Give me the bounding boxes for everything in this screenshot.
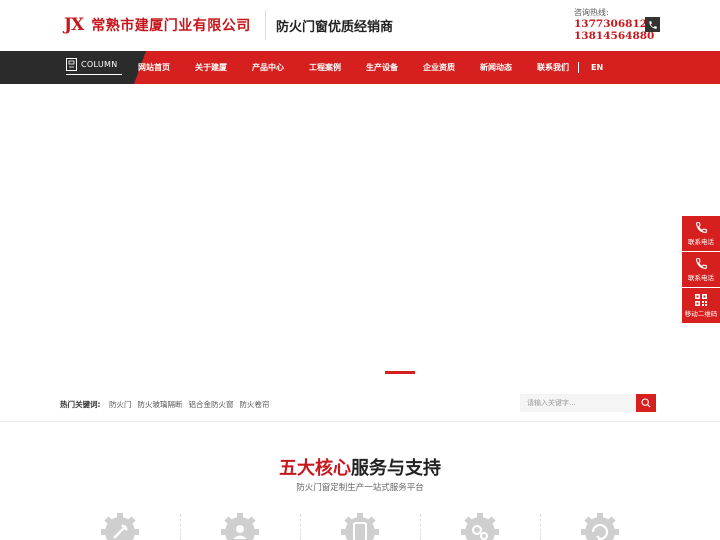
nav-item-home[interactable]: 网站首页 <box>138 62 170 73</box>
section-title-highlight: 五大核心 <box>279 458 351 479</box>
column-block[interactable]: COLUMN <box>0 51 146 84</box>
logo-mark: JX <box>64 15 84 35</box>
hot-keyword[interactable]: 防火玻璃隔断 <box>138 399 183 410</box>
hot-keywords-label: 热门关键词: <box>60 400 101 409</box>
company-name: 常熟市建厦门业有限公司 <box>91 18 251 34</box>
nav-item-cases[interactable]: 工程案例 <box>309 62 341 73</box>
aftersale-gear-icon <box>581 513 619 540</box>
side-item-label: 移动二维码 <box>684 309 718 318</box>
nav-separator <box>578 62 579 73</box>
hotline-number-1[interactable]: 13773068126 <box>574 18 654 30</box>
phone-icon <box>695 258 707 269</box>
nav-item-equipment[interactable]: 生产设备 <box>366 62 398 73</box>
production-gear-icon <box>461 513 499 540</box>
section-title-rest: 服务与支持 <box>351 458 441 479</box>
search-button[interactable] <box>636 394 656 412</box>
icon-separator <box>540 514 541 540</box>
column-label: COLUMN <box>81 60 118 69</box>
column-underline <box>66 74 122 75</box>
hotline-number-2[interactable]: 13814564880 <box>574 30 654 42</box>
phone-icon <box>645 17 660 32</box>
nav-item-qualification[interactable]: 企业资质 <box>423 62 455 73</box>
column-menu[interactable]: COLUMN <box>66 58 117 71</box>
slogan: 防火门窗优质经销商 <box>276 20 394 35</box>
site-logo[interactable]: JX 常熟市建厦门业有限公司 <box>64 14 251 36</box>
hero-banner[interactable] <box>0 84 720 384</box>
search-icon <box>641 398 651 408</box>
site-header: JX 常熟市建厦门业有限公司 防火门窗优质经销商 咨询热线: 137730681… <box>0 0 720 51</box>
phone-icon <box>695 222 707 233</box>
side-item-phone-2[interactable]: 联系电话 <box>682 252 720 287</box>
hot-keyword[interactable]: 防火门 <box>109 399 132 410</box>
side-float-bar: 联系电话 联系电话 移动二维码 <box>682 216 720 324</box>
header-divider <box>265 10 266 40</box>
side-item-label: 联系电话 <box>688 274 714 282</box>
nav-item-lang-en[interactable]: EN <box>591 63 603 72</box>
nav-item-about[interactable]: 关于建厦 <box>195 62 227 73</box>
side-item-label: 联系电话 <box>688 238 714 246</box>
door-gear-icon <box>341 513 379 540</box>
side-item-qrcode[interactable]: 移动二维码 <box>682 288 720 323</box>
side-item-phone-1[interactable]: 联系电话 <box>682 216 720 251</box>
service-icons-row <box>0 512 720 540</box>
icon-separator <box>300 514 301 540</box>
hot-keywords-list: 防火门 防火玻璃隔断 铝合金防火窗 防火卷帘 <box>109 399 276 410</box>
page: JX 常熟市建厦门业有限公司 防火门窗优质经销商 咨询热线: 137730681… <box>0 0 720 540</box>
section-title: 五大核心服务与支持 <box>0 454 720 480</box>
hotline-label: 咨询热线: <box>574 8 609 17</box>
icon-separator <box>180 514 181 540</box>
hot-keyword[interactable]: 铝合金防火窗 <box>189 399 234 410</box>
hot-keyword[interactable]: 防火卷帘 <box>240 399 270 410</box>
design-gear-icon <box>101 513 139 540</box>
main-nav: COLUMN 网站首页 关于建厦 产品中心 工程案例 生产设备 企业资质 新闻动… <box>0 51 720 84</box>
qrcode-icon <box>695 293 707 306</box>
nav-items: 网站首页 关于建厦 产品中心 工程案例 生产设备 企业资质 新闻动态 联系我们 … <box>138 51 628 84</box>
nav-item-news[interactable]: 新闻动态 <box>480 62 512 73</box>
column-icon <box>66 58 77 71</box>
nav-item-products[interactable]: 产品中心 <box>252 62 284 73</box>
section-subtitle: 防火门窗定制生产一站式服务平台 <box>296 483 424 493</box>
search-input[interactable] <box>520 394 636 412</box>
slider-indicator[interactable] <box>385 371 415 374</box>
nav-item-contact[interactable]: 联系我们 <box>537 62 569 73</box>
hotline: 咨询热线: 13773068126 13814564880 <box>574 7 654 42</box>
consult-gear-icon <box>221 513 259 540</box>
icon-separator <box>420 514 421 540</box>
